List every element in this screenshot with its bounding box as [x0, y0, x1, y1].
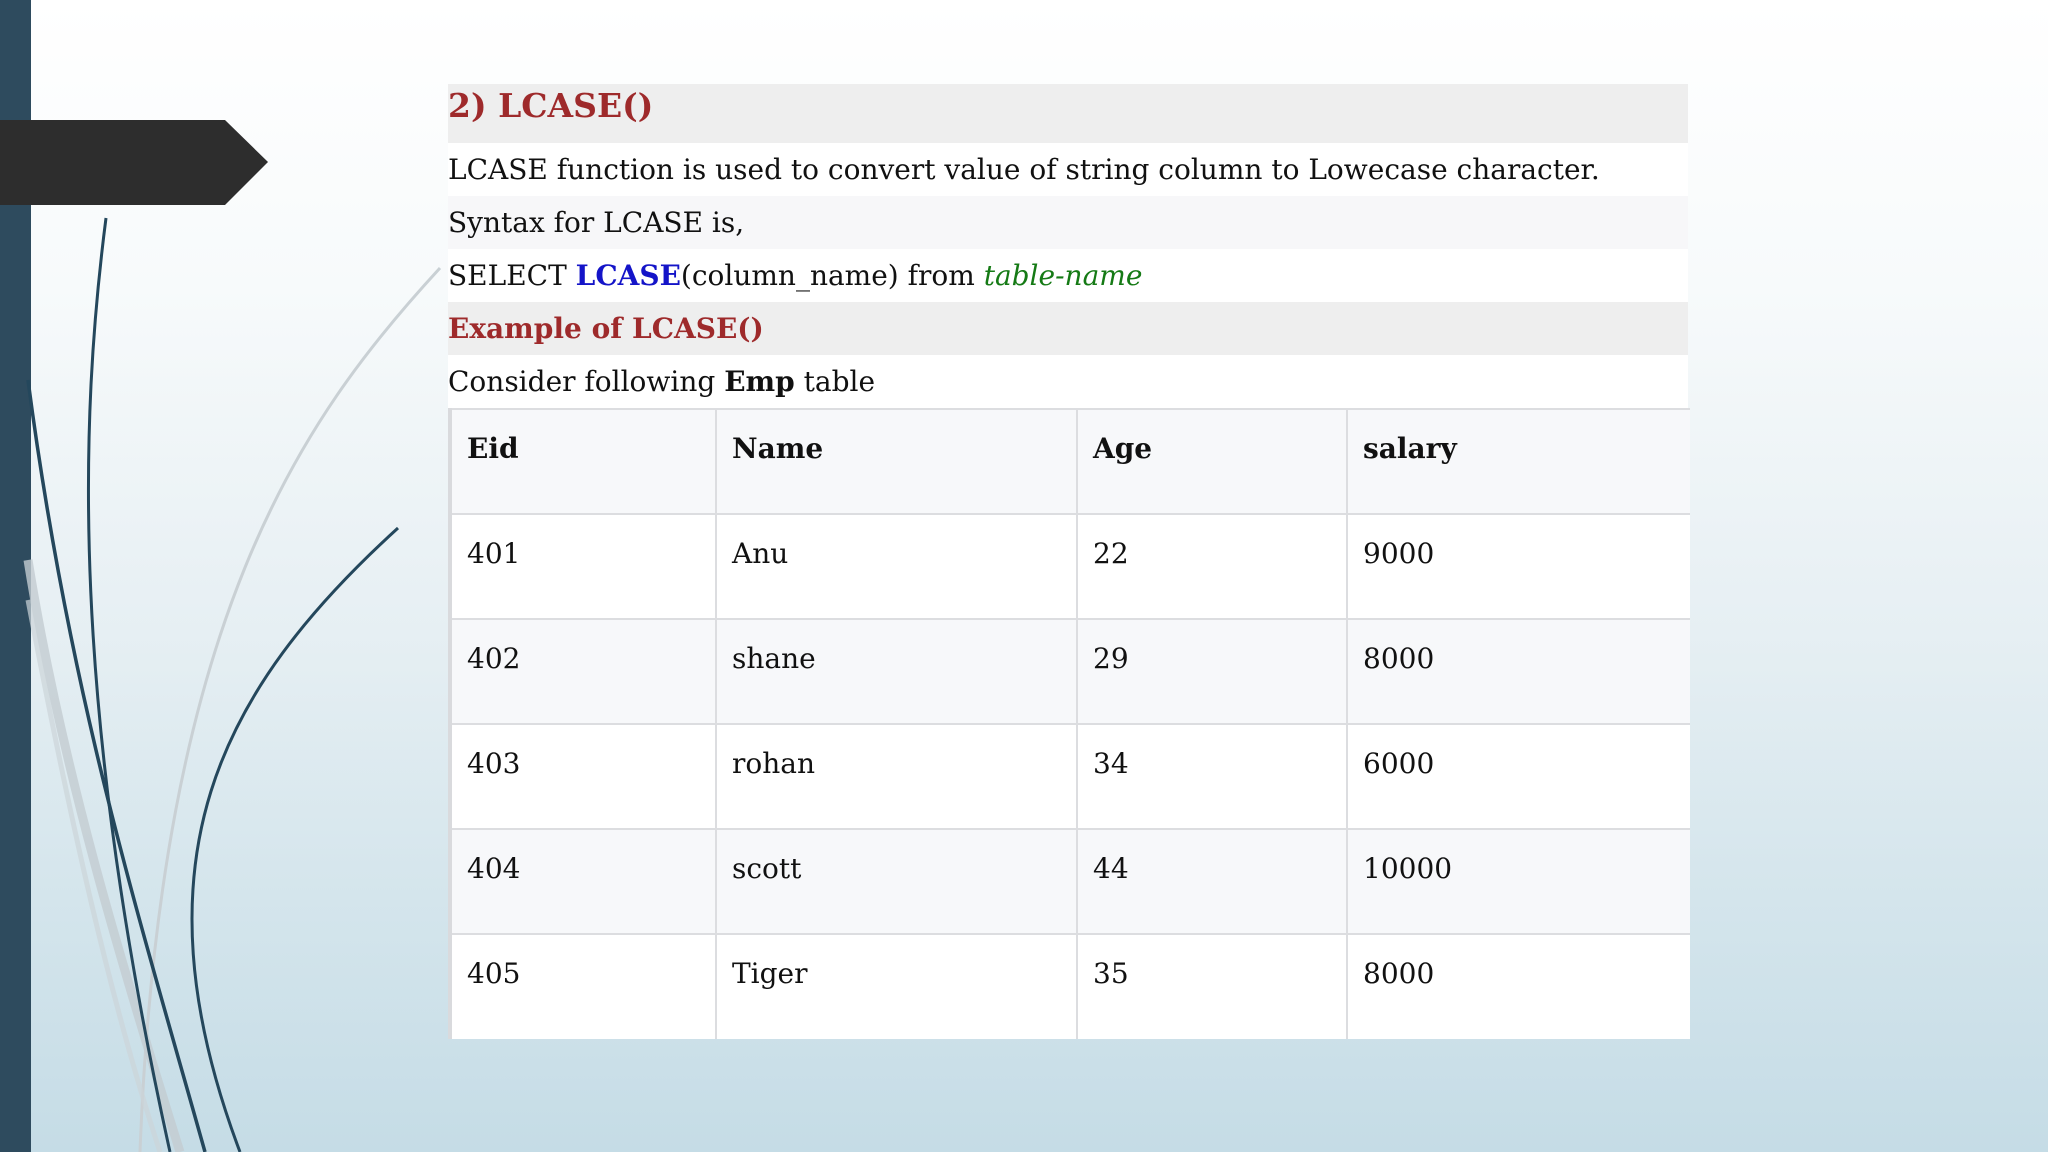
consider-line: Consider following Emp table [448, 355, 1688, 408]
cell-eid: 405 [448, 933, 716, 1039]
cell-age: 35 [1076, 933, 1347, 1039]
description-line: LCASE function is used to convert value … [448, 143, 1688, 196]
table-row: 402 shane 29 8000 [448, 618, 1690, 724]
table-row: 401 Anu 22 9000 [448, 513, 1690, 619]
cell-salary: 8000 [1346, 933, 1690, 1039]
cell-age: 22 [1076, 513, 1347, 619]
example-band: Example of LCASE() [448, 302, 1688, 355]
consider-prefix: Consider following [448, 365, 725, 398]
table-header-row: Eid Name Age salary [448, 408, 1690, 514]
cell-eid: 401 [448, 513, 716, 619]
syntax-select: SELECT [448, 259, 576, 292]
cell-salary: 9000 [1346, 513, 1690, 619]
table-row: 405 Tiger 35 8000 [448, 933, 1690, 1039]
cell-eid: 403 [448, 723, 716, 829]
description-text: LCASE function is used to convert value … [448, 153, 1600, 186]
cell-salary: 8000 [1346, 618, 1690, 724]
cell-name: scott [715, 828, 1077, 934]
consider-suffix: table [794, 365, 876, 398]
syntax-intro-text: Syntax for LCASE is, [448, 206, 745, 239]
consider-table-name: Emp [724, 365, 795, 398]
cell-age: 34 [1076, 723, 1347, 829]
cell-eid: 404 [448, 828, 716, 934]
cell-name: Tiger [715, 933, 1077, 1039]
cell-eid: 402 [448, 618, 716, 724]
syntax-intro-line: Syntax for LCASE is, [448, 196, 1688, 249]
arrow-tab-shape [0, 120, 268, 205]
cell-age: 29 [1076, 618, 1347, 724]
table-row: 403 rohan 34 6000 [448, 723, 1690, 829]
syntax-table-name: table-name [983, 259, 1143, 292]
example-heading: Example of LCASE() [448, 312, 764, 345]
header-cell-age: Age [1076, 408, 1347, 514]
cell-salary: 10000 [1346, 828, 1690, 934]
header-cell-name: Name [715, 408, 1077, 514]
header-cell-eid: Eid [448, 408, 716, 514]
header-cell-salary: salary [1346, 408, 1690, 514]
cell-name: shane [715, 618, 1077, 724]
cell-name: Anu [715, 513, 1077, 619]
syntax-args: (column_name) from [680, 259, 984, 292]
title-band: 2) LCASE() [448, 84, 1688, 143]
slide-title: 2) LCASE() [448, 86, 654, 125]
cell-age: 44 [1076, 828, 1347, 934]
slide-content: 2) LCASE() LCASE function is used to con… [448, 84, 1688, 408]
cell-name: rohan [715, 723, 1077, 829]
table-row: 404 scott 44 10000 [448, 828, 1690, 934]
cell-salary: 6000 [1346, 723, 1690, 829]
emp-table: Eid Name Age salary 401 Anu 22 9000 402 … [448, 408, 1690, 1039]
syntax-line: SELECT LCASE(column_name) from table-nam… [448, 249, 1688, 302]
syntax-function: LCASE [575, 259, 681, 292]
